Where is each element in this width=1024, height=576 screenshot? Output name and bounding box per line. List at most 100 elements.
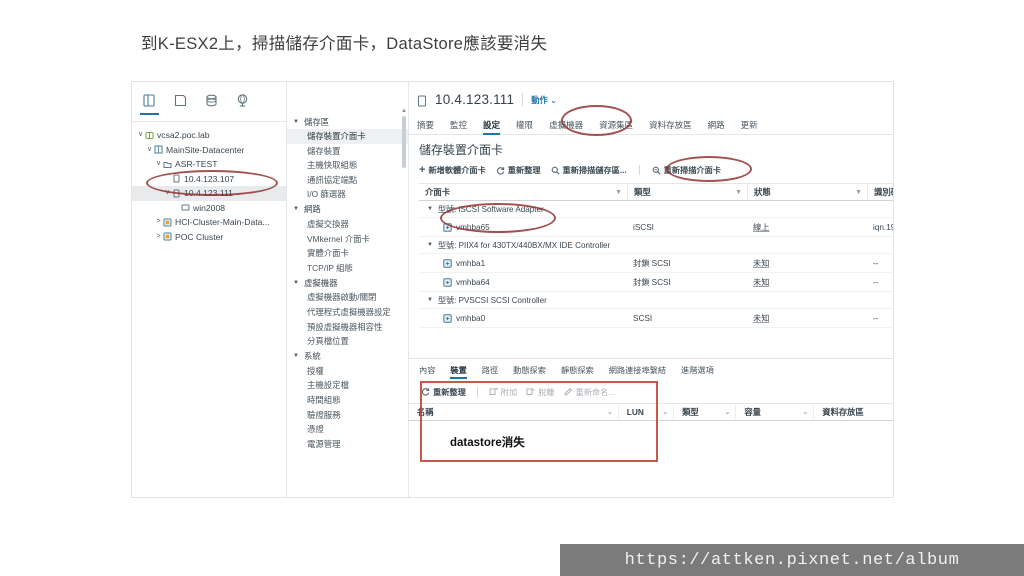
chevron-down-icon: ▼ (293, 206, 299, 213)
watermark-bar: https://attken.pixnet.net/album (560, 544, 1024, 576)
tree-item-win2008[interactable]: win2008 (132, 201, 286, 216)
settings-menu-item[interactable]: 儲存裝置 (287, 144, 408, 159)
tab-0[interactable]: 摘要 (417, 119, 434, 135)
column-header-2[interactable]: 狀態 ▼ (747, 184, 867, 200)
toolbar-button-1[interactable]: 重新整理 (496, 164, 541, 176)
settings-menu-item[interactable]: TCP/IP 組態 (287, 261, 408, 276)
column-header-0[interactable]: 介面卡 ▼ (419, 184, 627, 200)
adapter-group-row[interactable]: ▼ 型號: PIIX4 for 430TX/440BX/MX IDE Contro… (419, 237, 893, 254)
settings-menu-list: ▼ 儲存區 儲存裝置介面卡 儲存裝置 主機快取組態 通訊協定端點 I/O 篩選器 ▼ 網路虛擬交… (287, 114, 408, 451)
settings-menu-item[interactable]: 分頁檔位置 (287, 334, 408, 349)
column-header-3[interactable]: 識別碼 (867, 184, 893, 200)
settings-menu-item[interactable]: 時間組態 (287, 393, 408, 408)
settings-menu-item[interactable]: VMkernel 介面卡 (287, 232, 408, 247)
tab-8[interactable]: 更新 (741, 119, 758, 135)
settings-menu-item[interactable]: 主機設定檔 (287, 378, 408, 393)
settings-menu-item[interactable]: 通訊協定端點 (287, 173, 408, 188)
chevron-right-icon[interactable]: > (154, 230, 163, 244)
panel-title: 儲存裝置介面卡 (419, 143, 504, 157)
settings-menu-item[interactable]: 虛擬機器啟動/關閉 (287, 290, 408, 305)
detail-tab-6[interactable]: 進階選項 (681, 364, 714, 379)
settings-menu-scrollbar[interactable] (402, 116, 406, 491)
detail-tab-1[interactable]: 裝置 (450, 364, 468, 379)
settings-menu-item[interactable]: I/O 篩選器 (287, 187, 408, 202)
settings-menu-item[interactable]: 儲存裝置介面卡 (287, 129, 408, 144)
column-header-label: 介面卡 (425, 187, 451, 197)
plus-icon: + (419, 163, 426, 176)
chevron-down-icon[interactable]: ▼ (427, 297, 433, 303)
settings-menu-item[interactable]: 代理程式虛擬機器設定 (287, 305, 408, 320)
device-column-header-label: 資料存放區 (822, 407, 864, 417)
settings-menu-group[interactable]: ▼ 網路 (287, 202, 408, 217)
adapter-name[interactable]: vmhba0 (456, 314, 485, 323)
tree-item-mainsite-datacenter[interactable]: ∨ MainSite-Datacenter (132, 143, 286, 158)
filter-icon[interactable]: ▼ (735, 189, 742, 196)
tree-item-poc-cluster[interactable]: > POC Cluster (132, 230, 286, 245)
tree-item-hci-cluster-main-data[interactable]: > HCI-Cluster-Main-Data... (132, 215, 286, 230)
settings-menu-item[interactable]: 實體介面卡 (287, 246, 408, 261)
chevron-down-icon[interactable]: ∨ (154, 157, 163, 171)
settings-menu-item[interactable]: 虛擬交換器 (287, 217, 408, 232)
scroll-up-arrow-icon[interactable]: ▲ (401, 108, 407, 114)
chevron-down-icon[interactable]: ∨ (136, 128, 145, 142)
actions-menu-button[interactable]: 動作 ⌄ (531, 94, 557, 106)
settings-menu-group-label: 虛擬機器 (303, 277, 338, 288)
settings-menu-item[interactable]: 驗證服務 (287, 408, 408, 423)
settings-menu-item[interactable]: 主機快取組態 (287, 158, 408, 173)
storage-icon[interactable] (204, 93, 219, 108)
chevron-down-icon[interactable]: ⌄ (662, 408, 668, 416)
tab-2[interactable]: 設定 (483, 119, 501, 135)
adapter-group-label: 型號: PVSCSI SCSI Controller (437, 295, 547, 305)
cell-type: SCSI (633, 313, 653, 323)
chevron-right-icon[interactable]: > (154, 215, 163, 229)
table-row[interactable]: vmhba1 封鎖 SCSI 未知 -- (419, 254, 893, 273)
device-column-header-4[interactable]: 資料存放區 (813, 404, 893, 420)
column-header-1[interactable]: 類型 ▼ (627, 184, 747, 200)
detail-tab-5[interactable]: 網路連接埠繫結 (609, 364, 666, 379)
chevron-down-icon[interactable]: ∨ (145, 143, 154, 157)
detail-tab-3[interactable]: 動態探索 (513, 364, 546, 379)
settings-menu-group[interactable]: ▼ 虛擬機器 (287, 275, 408, 290)
filter-icon[interactable]: ▼ (615, 189, 622, 196)
hosts-and-clusters-icon[interactable] (140, 93, 159, 115)
chevron-down-icon[interactable]: ▼ (427, 206, 433, 212)
detail-tab-4[interactable]: 靜態探索 (561, 364, 594, 379)
tree-item-vcsa2-poc-lab[interactable]: ∨ vcsa2.poc.lab (132, 128, 286, 143)
networking-icon[interactable] (235, 93, 250, 108)
tab-6[interactable]: 資料存放區 (649, 119, 692, 135)
chevron-down-icon[interactable]: ▼ (427, 242, 433, 248)
settings-menu-group-label: 系統 (303, 351, 321, 362)
navigator-icon-bar (132, 82, 286, 115)
adapter-name[interactable]: vmhba1 (456, 259, 485, 268)
device-column-header-3[interactable]: 容量 ⌄ (735, 404, 813, 420)
settings-menu-group[interactable]: ▼ 系統 (287, 349, 408, 364)
toolbar-button-0[interactable]: + 新增軟體介面卡 (419, 164, 486, 176)
annotation-box-devices-table (420, 381, 658, 462)
vms-and-templates-icon[interactable] (173, 93, 188, 108)
settings-menu-item[interactable]: 電源管理 (287, 437, 408, 452)
adapter-icon (443, 313, 452, 323)
settings-menu-item[interactable]: 預設虛擬機器相容性 (287, 320, 408, 335)
toolbar-button-label: 新增軟體介面卡 (428, 166, 486, 175)
settings-menu-item[interactable]: 授權 (287, 364, 408, 379)
detail-tab-0[interactable]: 內容 (419, 364, 435, 379)
cell-adapter: vmhba0 (419, 314, 627, 323)
chevron-down-icon[interactable]: ⌄ (802, 408, 808, 416)
tab-3[interactable]: 權限 (516, 119, 533, 135)
navigator-pane: ∨ vcsa2.poc.lab ∨ MainSite-Datacenter ∨ ASR-T… (132, 82, 287, 497)
settings-menu-group[interactable]: ▼ 儲存區 (287, 114, 408, 129)
toolbar-button-2[interactable]: 重新掃描儲存區... (551, 164, 627, 176)
settings-menu-group-label: 網路 (303, 204, 321, 215)
adapter-name[interactable]: vmhba64 (456, 278, 490, 287)
table-row[interactable]: vmhba0 SCSI 未知 -- (419, 309, 893, 328)
tab-7[interactable]: 網路 (708, 119, 725, 135)
settings-menu-item[interactable]: 憑證 (287, 422, 408, 437)
adapter-group-row[interactable]: ▼ 型號: PVSCSI SCSI Controller (419, 292, 893, 309)
detail-tab-2[interactable]: 路徑 (482, 364, 498, 379)
table-row[interactable]: vmhba64 封鎖 SCSI 未知 -- (419, 273, 893, 292)
chevron-down-icon[interactable]: ⌄ (724, 408, 730, 416)
filter-icon[interactable]: ▼ (855, 189, 862, 196)
tab-1[interactable]: 監控 (450, 119, 467, 135)
rescan-adapter-icon (652, 166, 661, 175)
device-column-header-2[interactable]: 類型 ⌄ (673, 404, 735, 420)
